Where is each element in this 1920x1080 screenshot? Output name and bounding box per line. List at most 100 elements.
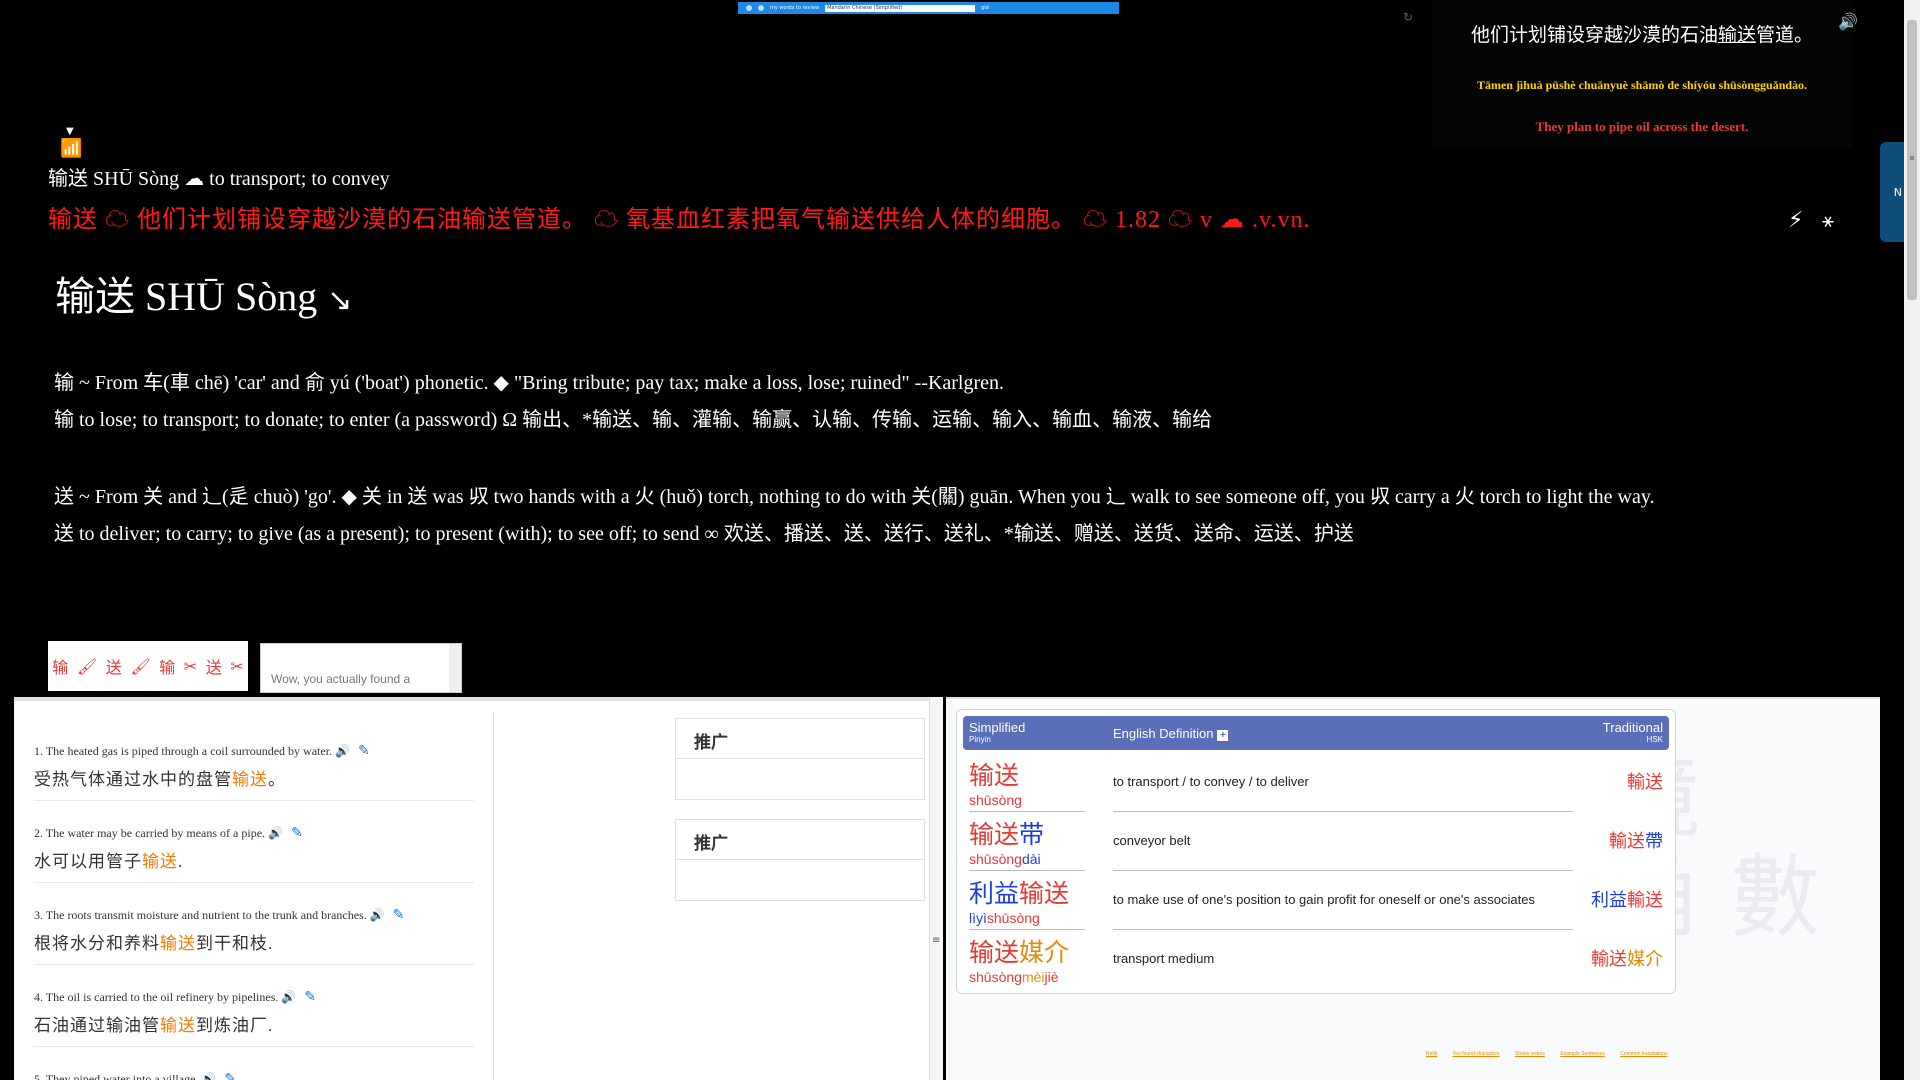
etymology-line: 输 to lose; to transport; to donate; to e… (54, 409, 1213, 431)
dictionary-pane: 境角 數 SimplifiedPinyin English Definition… (946, 697, 1880, 1080)
traditional-chars: 輸送媒介 (1591, 945, 1663, 971)
speaker-icon[interactable]: 🔊 (201, 1072, 216, 1080)
promo-heading: 推广 (676, 719, 924, 759)
pinyin-text-segment: jiè (1044, 969, 1059, 985)
pinyin-text-segment: shūsòng (986, 910, 1040, 926)
etymology-line: 送 to deliver; to carry; to give (as a pr… (54, 523, 1354, 545)
note-textarea[interactable]: Wow, you actually found a (260, 643, 462, 693)
promo-panel: 推广 (675, 819, 925, 901)
speaker-icon[interactable]: 🔊 (335, 744, 350, 758)
list-item: 5. They piped water into a village. 🔊 ✎ (34, 1071, 474, 1080)
footer-link[interactable]: Refill (1426, 1051, 1437, 1057)
edit-icon[interactable]: ✎ (393, 907, 405, 923)
chevron-down-icon[interactable]: ▼ (66, 126, 74, 137)
footer-links: Refill You found characters Stroke order… (1426, 1051, 1681, 1057)
pinyin-text-segment: dài (1021, 851, 1041, 867)
traditional-chars: 輸送帶 (1609, 827, 1663, 853)
toolbar-title: my words to review (770, 5, 820, 11)
left-pane: 1. The heated gas is piped through a coi… (14, 697, 930, 1080)
arrow-down-right-icon[interactable]: ↘ (327, 283, 352, 318)
edit-icon[interactable]: ✎ (358, 743, 370, 759)
scissors-icon: ✂ (183, 656, 198, 676)
list-item: 3. The roots transmit moisture and nutri… (34, 907, 474, 965)
example-sentences-list: 1. The heated gas is piped through a coi… (14, 713, 494, 1080)
page-title: 输送 SHŪ Sòng ↘ (55, 274, 353, 319)
pinyin-text: lìyìshūsòng (969, 910, 1040, 926)
tree-diagram-icon[interactable]: ⚹ (1822, 208, 1834, 232)
traditional-chars: 輸送 (1627, 768, 1663, 794)
headword-detail-line: 输送 ☁ 他们计划铺设穿越沙漠的石油输送管道。 ☁ 氧基血红素把氧气输送供给人体… (48, 207, 1311, 233)
audio-signal-icon[interactable]: 📶 (60, 138, 82, 159)
promo-panel: 推广 (675, 718, 925, 800)
example-pinyin: Tāmen jìhuà pūshè chuānyuè shāmò de shíy… (1476, 78, 1808, 92)
edit-icon[interactable]: ✎ (224, 1071, 236, 1080)
brush-icon: 🖌 (76, 656, 98, 676)
table-row[interactable]: 输送带 shūsòngdài conveyor belt 輸送帶 (963, 813, 1669, 871)
headword-chars: 利益输送 (969, 874, 1069, 910)
headword-chars-segment: 输送 (1019, 879, 1070, 908)
pane-splitter[interactable]: ≡ (929, 697, 943, 1080)
lightning-icon[interactable]: ⚡ (1788, 208, 1803, 233)
footer-link[interactable]: Stroke orders (1515, 1051, 1545, 1057)
thumb-char[interactable]: 送 (106, 654, 122, 678)
scrollbar-thumb[interactable] (1907, 20, 1917, 300)
traditional-chars: 利益輸送 (1591, 886, 1663, 912)
textarea-scrollbar[interactable] (449, 644, 461, 692)
table-row[interactable]: 利益输送 lìyìshūsòng to make use of one's posi… (963, 872, 1669, 930)
traditional-chars-segment: 輸送 (1609, 831, 1645, 852)
expand-plus-icon[interactable]: + (1217, 730, 1229, 741)
pinyin-text-segment: shūsòng (969, 969, 1022, 985)
example-chinese: 他们计划铺设穿越沙漠的石油输送管道。 (1470, 25, 1814, 46)
stroke-thumbnails[interactable]: 输 🖌 送 🖌 输 ✂ 送 ✂ (48, 641, 248, 691)
headword-summary: 输送 SHŪ Sòng ☁ to transport; to convey (48, 168, 390, 190)
headword-chars-segment: 媒 (1019, 938, 1045, 967)
list-item: 1. The heated gas is piped through a coi… (34, 743, 474, 801)
definition-text: conveyor belt (1113, 833, 1191, 848)
table-row[interactable]: 输送 shūsòng to transport / to convey / to d… (963, 754, 1669, 812)
table-row[interactable]: 输送媒介 shūsòngmèijiè transport medium 輸送媒介 (963, 931, 1669, 989)
speaker-icon[interactable]: 🔊 (281, 990, 296, 1004)
traditional-chars-segment: 利益 (1591, 890, 1627, 911)
headword-chars: 输送 (969, 756, 1019, 792)
example-highlight-word: 输送 (1717, 25, 1756, 46)
traditional-chars-segment: 輸送 (1627, 890, 1663, 911)
page-scrollbar[interactable] (1904, 0, 1920, 1080)
pinyin-text: shūsòngdài (969, 851, 1041, 867)
thumb-char[interactable]: 输 (159, 654, 175, 678)
toolbar-button[interactable]: gid (981, 5, 989, 11)
thumb-char[interactable]: 送 (206, 654, 222, 678)
pinyin-text-segment: shūsòng (969, 851, 1022, 867)
thumb-char[interactable]: 输 (52, 654, 68, 678)
headword-chars-segment: 输送 (969, 820, 1020, 849)
traditional-chars-segment: 帶 (1645, 831, 1663, 852)
headword-chars: 输送带 (969, 815, 1044, 851)
edit-icon[interactable]: ✎ (291, 825, 303, 841)
toolbar-dot-icon[interactable] (758, 5, 764, 11)
footer-link[interactable]: Common translations (1620, 1051, 1667, 1057)
pinyin-text-segment: lìyì (969, 910, 987, 926)
example-english: They plan to pipe oil across the desert. (1535, 119, 1749, 134)
edit-icon[interactable]: ✎ (304, 989, 316, 1005)
etymology-line: 送 ~ From 关 and 辶(辵 chuò) 'go'. ◆ 关 in 送 … (54, 486, 1655, 508)
list-item: 4. The oil is carried to the oil refiner… (34, 989, 474, 1047)
definition-text: transport medium (1113, 951, 1215, 966)
pinyin-text: shūsòngmèijiè (969, 969, 1059, 985)
browser-toolbar: my words to review Mandarin Chinese (Sim… (738, 2, 1119, 14)
side-tab[interactable]: N (1880, 142, 1904, 242)
scissors-icon: ✂ (230, 656, 244, 676)
dictionary-header: Simplified Pinyin English Definition + Tra… (963, 716, 1669, 750)
footer-link[interactable]: Example Sentences (1560, 1051, 1604, 1057)
headword-chars: 输送媒介 (969, 933, 1069, 969)
headword-chars-segment: 利益 (969, 879, 1020, 908)
speaker-icon[interactable]: 🔊 (370, 908, 385, 922)
toolbar-dot-icon[interactable] (746, 5, 752, 11)
speaker-icon[interactable]: 🔊 (268, 826, 283, 840)
toolbar-field[interactable]: Mandarin Chinese (Simplified) (825, 4, 976, 12)
traditional-chars-segment: 輸送 (1591, 949, 1627, 970)
headword-chars-segment: 介 (1044, 938, 1070, 967)
definition-text: to transport / to convey / to deliver (1113, 774, 1309, 789)
refresh-icon[interactable]: ↻ (1403, 10, 1413, 24)
speaker-icon[interactable]: 🔊 (1838, 12, 1858, 31)
footer-link[interactable]: You found characters (1452, 1051, 1499, 1057)
promo-heading: 推广 (676, 820, 924, 860)
